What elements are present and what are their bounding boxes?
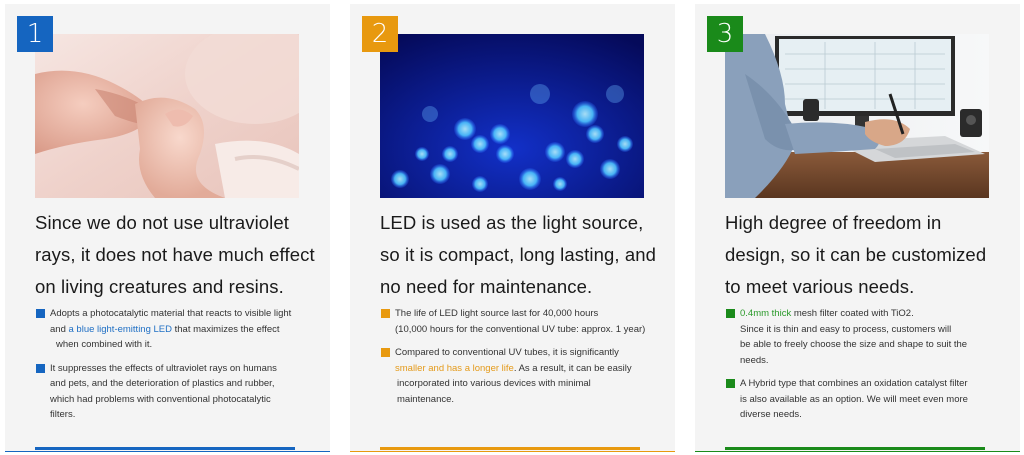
bullet-item: Compared to conventional UV tubes, it is… — [380, 345, 665, 407]
bullet-list: 0.4mm thick mesh filter coated with TiO2… — [725, 306, 1010, 431]
baby-hand-photo — [35, 34, 299, 198]
feature-card-3: 3 High degree of freedom in design, so i… — [695, 4, 1020, 452]
square-bullet-icon — [36, 363, 45, 373]
card-accent-bar — [35, 447, 295, 450]
card-bottom-line — [350, 451, 675, 452]
highlight-text: smaller and has a longer life — [395, 362, 514, 374]
bullet-item: Adopts a photocatalytic material that re… — [35, 306, 320, 353]
bullet-item: 0.4mm thick mesh filter coated with TiO2… — [725, 306, 1010, 368]
square-bullet-icon — [36, 309, 45, 318]
card-bottom-line — [695, 451, 1020, 452]
square-bullet-icon — [381, 348, 390, 357]
blue-led-bokeh-photo — [380, 34, 644, 198]
card-bottom-line — [5, 451, 330, 452]
highlight-text: a blue light-emitting LED — [68, 323, 173, 335]
square-bullet-icon — [726, 379, 735, 388]
bullet-item: A Hybrid type that combines an oxidation… — [725, 376, 1010, 423]
square-bullet-icon — [381, 309, 390, 318]
bullet-list: The life of LED light source last for 40… — [380, 306, 665, 415]
card-headline: High degree of freedom in design, so it … — [725, 212, 987, 297]
bullet-item: It suppresses the effects of ultraviolet… — [35, 361, 320, 423]
designer-at-desk-photo — [725, 34, 989, 198]
feature-card-2: 2 LED is used as the light source, so it… — [350, 4, 675, 452]
card-headline: Since we do not use ultraviolet rays, it… — [35, 212, 315, 297]
bullet-list: Adopts a photocatalytic material that re… — [35, 306, 320, 431]
highlight-text: 0.4mm thick — [740, 308, 792, 319]
square-bullet-icon — [726, 309, 735, 318]
feature-card-1: 1 Since we do not use ultraviolet rays, … — [5, 4, 330, 452]
card-accent-bar — [725, 447, 985, 450]
card-number-badge: 3 — [707, 16, 743, 52]
card-headline: LED is used as the light source, so it i… — [380, 212, 657, 297]
card-number-badge: 2 — [362, 16, 398, 52]
card-accent-bar — [380, 447, 640, 450]
bullet-item: The life of LED light source last for 40… — [380, 306, 665, 337]
card-number-badge: 1 — [17, 16, 53, 52]
